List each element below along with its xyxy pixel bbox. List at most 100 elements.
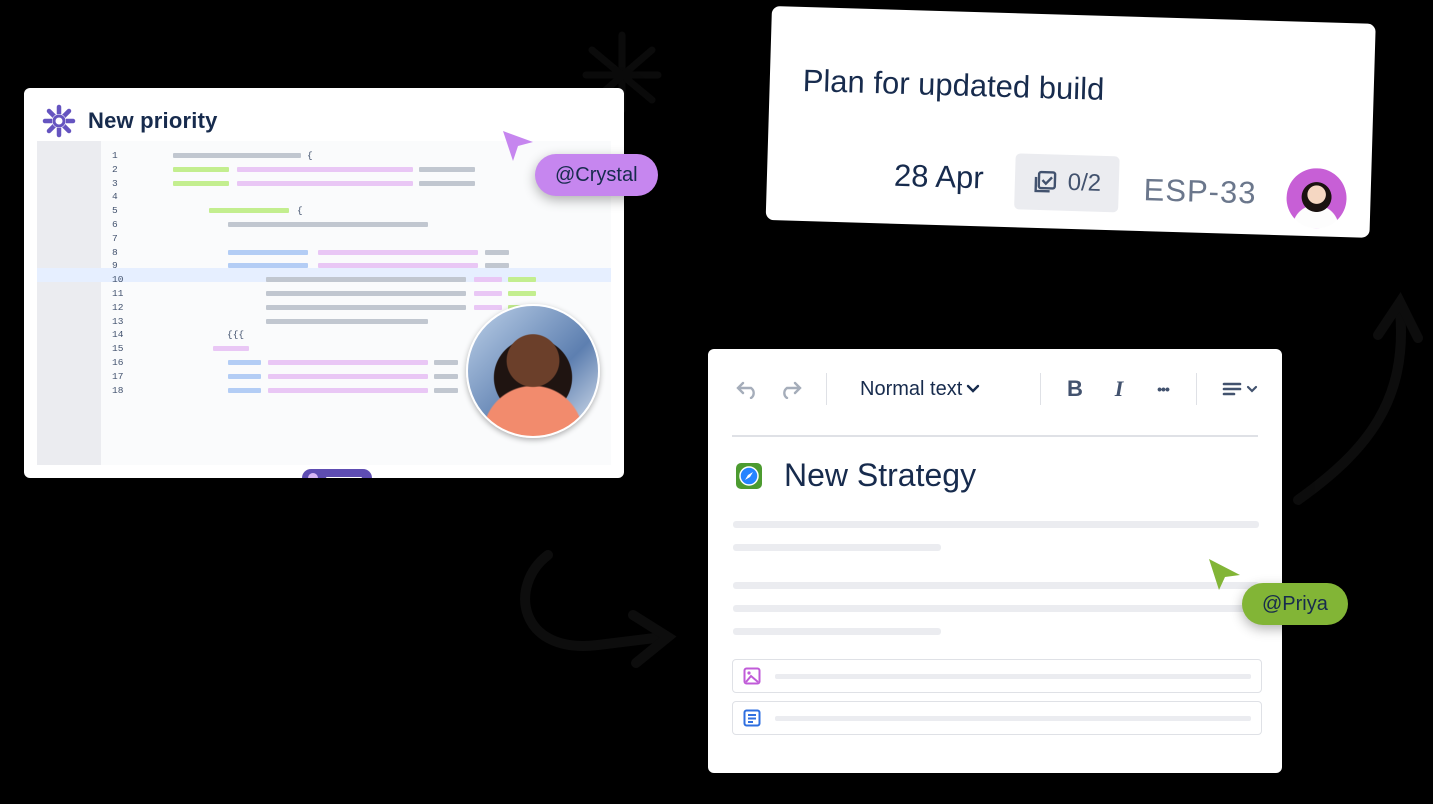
code-line: 5 (37, 204, 611, 218)
avatar-assignee[interactable] (1285, 167, 1348, 230)
line-number: 11 (112, 288, 124, 299)
code-line: 8 (37, 246, 611, 260)
code-token (268, 373, 428, 379)
avatar-reviewer (466, 304, 600, 438)
code-card-header: New priority (42, 104, 218, 138)
align-icon (1222, 382, 1242, 396)
image-embed-block[interactable] (732, 659, 1262, 693)
checklist-count: 0/2 (1067, 168, 1102, 197)
code-token (474, 304, 502, 310)
undo-icon (736, 381, 755, 399)
text-placeholder-line (733, 544, 941, 551)
line-number: 6 (112, 219, 118, 230)
toolbar-separator (1196, 373, 1197, 405)
cursor-icon (503, 131, 533, 161)
mention-tag-priya[interactable]: @Priya (1242, 583, 1348, 625)
code-token (266, 318, 428, 324)
line-number: 18 (112, 384, 124, 396)
chevron-down-icon (1246, 385, 1258, 393)
atlassian-asterisk-icon (42, 104, 76, 138)
code-line: 4 (37, 190, 611, 204)
code-line: 9 (37, 259, 611, 273)
task-card[interactable]: Plan for updated build 28 Apr 0/2 ESP-33 (765, 6, 1376, 238)
redo-button[interactable] (774, 373, 806, 405)
code-token (266, 304, 466, 310)
line-number: 7 (112, 232, 118, 244)
page-icon (743, 709, 761, 727)
code-line: 2 (37, 163, 611, 177)
code-token (209, 208, 289, 214)
image-icon (743, 667, 761, 685)
embed-placeholder-line (775, 716, 1251, 721)
italic-label: I (1114, 376, 1124, 401)
code-line: 6 (37, 218, 611, 232)
code-token (228, 263, 308, 269)
text-placeholder-line (733, 628, 941, 635)
line-number: 5 (112, 205, 118, 217)
undo-button[interactable] (732, 373, 764, 405)
toolbar-separator (826, 373, 827, 405)
editor-toolbar: Normal text B I ••• (730, 367, 1260, 413)
code-token (508, 277, 536, 283)
line-number: 1 (112, 150, 118, 161)
line-number: 17 (112, 370, 124, 382)
alignment-dropdown[interactable] (1218, 373, 1262, 405)
code-token (173, 180, 229, 186)
checklist-badge[interactable]: 0/2 (1014, 153, 1120, 213)
embed-placeholder-line (775, 674, 1251, 679)
line-number: 2 (112, 163, 118, 175)
code-token (434, 373, 458, 379)
line-number: 13 (112, 315, 124, 327)
italic-button[interactable]: I (1104, 373, 1134, 405)
code-token (213, 346, 249, 352)
code-token (474, 277, 502, 283)
line-number: 16 (112, 357, 124, 368)
toolbar-divider (732, 435, 1258, 437)
code-line: 10 (37, 273, 611, 287)
more-formatting-button[interactable]: ••• (1148, 373, 1178, 405)
code-token (318, 249, 478, 255)
line-number: 10 (112, 274, 124, 286)
code-token (318, 263, 478, 269)
task-title[interactable]: Plan for updated build (802, 63, 1105, 108)
mention-priya-label: @Priya (1262, 592, 1328, 615)
cursor-icon (1209, 559, 1240, 590)
redo-icon (783, 381, 802, 399)
code-token (474, 291, 502, 296)
code-token (173, 153, 301, 158)
text-placeholder-line (733, 605, 1259, 612)
code-token (508, 291, 536, 296)
line-number: 15 (112, 343, 124, 355)
bold-label: B (1067, 376, 1083, 401)
code-token (228, 387, 261, 393)
checklist-icon (1034, 170, 1057, 193)
issue-key[interactable]: ESP-33 (1143, 172, 1257, 211)
code-token (268, 387, 428, 393)
toolbar-separator (1040, 373, 1041, 405)
text-style-dropdown[interactable]: Normal text (860, 373, 1010, 405)
document-title[interactable]: New Strategy (784, 457, 976, 494)
text-style-label: Normal text (860, 377, 963, 400)
code-line: 11 (37, 287, 611, 301)
code-token (266, 277, 466, 283)
chevron-down-icon (967, 384, 980, 393)
code-token (268, 360, 428, 365)
page-embed-block[interactable] (732, 701, 1262, 735)
code-brace: {{{ (227, 329, 245, 341)
bold-button[interactable]: B (1060, 373, 1090, 405)
code-brace: { (307, 150, 313, 161)
code-token (419, 166, 475, 172)
code-token (434, 360, 458, 365)
compass-icon (736, 463, 762, 489)
text-placeholder-line (733, 582, 1259, 589)
code-token (228, 222, 428, 227)
inline-comment-marker[interactable] (302, 469, 372, 478)
code-token (434, 387, 458, 393)
line-number: 12 (112, 301, 124, 313)
code-token (266, 291, 466, 296)
code-token (485, 249, 509, 255)
mention-tag-crystal[interactable]: @Crystal (535, 154, 658, 196)
code-line: 3 (37, 177, 611, 191)
line-number: 9 (112, 260, 118, 272)
text-placeholder-line (733, 521, 1259, 528)
